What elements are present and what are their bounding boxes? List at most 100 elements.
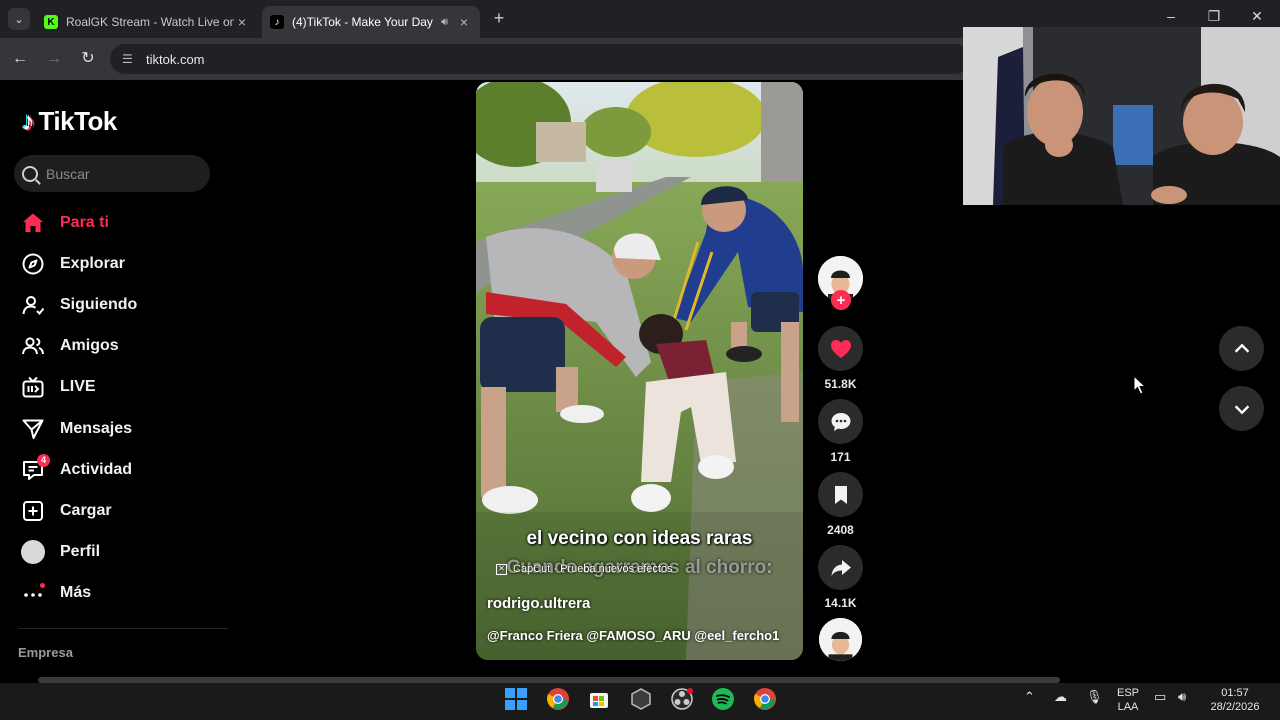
display-icon[interactable]: ▭ (1154, 690, 1166, 704)
chevron-up-icon (1234, 343, 1249, 353)
mouse-cursor-icon (1133, 375, 1147, 395)
sidebar-section-empresa[interactable]: Empresa (18, 645, 73, 660)
chrome-icon[interactable] (545, 686, 571, 712)
sidebar-item-label: Más (60, 584, 92, 602)
sidebar-item-amigos[interactable]: Amigos (20, 326, 230, 367)
search-icon (22, 165, 38, 182)
sidebar-item-mensajes[interactable]: Mensajes (20, 408, 230, 449)
tab-close-icon[interactable]: × (456, 14, 472, 30)
sidebar-item-label: Perfil (60, 543, 101, 561)
sidebar-item-label: Explorar (60, 254, 125, 272)
profile-avatar (20, 539, 46, 565)
follow-button[interactable]: + (831, 290, 851, 310)
speaker-icon[interactable]: 🔊︎ (441, 16, 448, 29)
tab-search-button[interactable]: ⌄ (8, 8, 30, 30)
video-mentions[interactable]: @Franco Friera @FAMOSO_ARU @eel_fercho1 (487, 628, 779, 643)
tab-title: (4)TikTok - Make Your Day (292, 15, 433, 29)
tab-tiktok[interactable]: ♪ (4)TikTok - Make Your Day 🔊︎ × (262, 6, 480, 38)
site-settings-icon[interactable]: ☰ (122, 52, 136, 66)
following-icon (20, 292, 46, 318)
kick-favicon-icon: K (44, 15, 58, 29)
heart-icon (830, 339, 851, 358)
tray-overflow-icon[interactable]: ⌃ (1024, 690, 1035, 704)
live-tv-icon (20, 374, 46, 400)
capcut-icon: ✕ (496, 563, 507, 575)
tiktok-logo[interactable]: ♪ TikTok (22, 106, 117, 137)
share-button[interactable] (818, 545, 863, 590)
like-count: 51.8K (824, 377, 857, 391)
friends-icon (20, 333, 46, 359)
next-video-button[interactable] (1219, 386, 1264, 431)
webcam-feed (963, 27, 1280, 205)
upload-icon (20, 498, 46, 524)
store-icon[interactable] (586, 686, 612, 712)
sidebar-item-para-ti[interactable]: Para ti (20, 202, 230, 243)
spotify-icon[interactable] (710, 686, 736, 712)
sidebar-item-label: Para ti (60, 213, 109, 231)
forward-icon[interactable]: → (44, 49, 64, 69)
sidebar-item-actividad[interactable]: 4 Actividad (20, 449, 230, 490)
sidebar-item-explorar[interactable]: Explorar (20, 243, 230, 284)
close-window-icon[interactable]: ✕ (1245, 8, 1269, 25)
tab-close-icon[interactable]: × (234, 14, 250, 30)
sidebar-item-label: Actividad (60, 460, 133, 478)
music-disc-avatar[interactable] (819, 618, 862, 661)
game-launcher-icon[interactable] (628, 686, 654, 712)
logo-text: TikTok (38, 106, 118, 136)
previous-video-button[interactable] (1219, 326, 1264, 371)
like-button[interactable] (818, 326, 863, 371)
comment-button[interactable] (818, 399, 863, 444)
sidebar-item-mas[interactable]: Más (20, 573, 230, 614)
video-author[interactable]: rodrigo.ultrera (487, 595, 590, 612)
tab-title: RoalGK Stream - Watch Live on (66, 15, 234, 29)
restore-icon[interactable]: ❐ (1202, 8, 1226, 25)
minimize-icon[interactable]: – (1159, 8, 1183, 24)
sidebar-item-perfil[interactable]: Perfil (20, 532, 230, 573)
back-icon[interactable]: ← (10, 49, 30, 69)
comment-count: 171 (830, 450, 851, 464)
search-input[interactable]: Buscar (14, 155, 210, 192)
microphone-icon[interactable]: 🎙︎ (1086, 690, 1103, 704)
sidebar-divider (18, 628, 228, 629)
clock-date: 28/2/2026 (1210, 701, 1260, 713)
sidebar-item-label: LIVE (60, 378, 96, 396)
address-bar[interactable]: ☰ tiktok.com (110, 44, 970, 74)
volume-icon[interactable]: 🔊︎ (1178, 690, 1186, 704)
capcut-watermark: ✕ CapCut · Prueba nuevos efectos (496, 563, 673, 575)
share-count: 14.1K (824, 596, 857, 610)
chrome-active-icon[interactable] (752, 686, 778, 712)
reload-icon[interactable]: ↻ (78, 49, 98, 69)
activity-icon: 4 (20, 453, 50, 483)
sidebar-item-label: Amigos (60, 337, 119, 355)
share-icon (831, 559, 851, 576)
language-indicator[interactable]: ESP LAA (1114, 686, 1142, 714)
capcut-text: CapCut · Prueba nuevos efectos (513, 563, 673, 575)
sidebar-item-label: Mensajes (60, 419, 133, 437)
obs-icon[interactable] (669, 686, 695, 712)
sidebar-item-siguiendo[interactable]: Siguiendo (20, 284, 230, 325)
search-placeholder: Buscar (46, 165, 90, 182)
lang-top: ESP (1116, 687, 1139, 699)
bookmark-icon (834, 485, 847, 504)
clock-time: 01:57 (1221, 687, 1249, 699)
chevron-down-icon (1234, 404, 1249, 414)
sidebar-nav: Para ti Explorar Siguiendo Amigos LIVE M… (20, 202, 230, 614)
webcam-overlay (963, 27, 1280, 205)
more-icon (20, 580, 46, 606)
onedrive-icon[interactable]: ☁ (1054, 690, 1067, 704)
new-tab-button[interactable]: + (488, 8, 510, 29)
sidebar-item-label: Cargar (60, 501, 112, 519)
windows-start-icon[interactable] (503, 686, 529, 712)
clock[interactable]: 01:57 28/2/2026 (1204, 686, 1266, 714)
video-caption-line1: el vecino con ideas raras (526, 528, 753, 549)
activity-badge: 4 (37, 453, 50, 467)
tiktok-favicon-icon: ♪ (270, 15, 284, 29)
sidebar-item-live[interactable]: LIVE (20, 367, 230, 408)
sidebar-item-label: Siguiendo (60, 295, 138, 313)
save-button[interactable] (818, 472, 863, 517)
save-count: 2408 (827, 523, 854, 537)
tab-kick-stream[interactable]: K RoalGK Stream - Watch Live on × (36, 6, 258, 38)
video-player[interactable]: el vecino con ideas raras Cuando agarram… (476, 82, 803, 660)
sidebar-item-cargar[interactable]: Cargar (20, 490, 230, 531)
lang-bottom: LAA (1117, 701, 1139, 713)
